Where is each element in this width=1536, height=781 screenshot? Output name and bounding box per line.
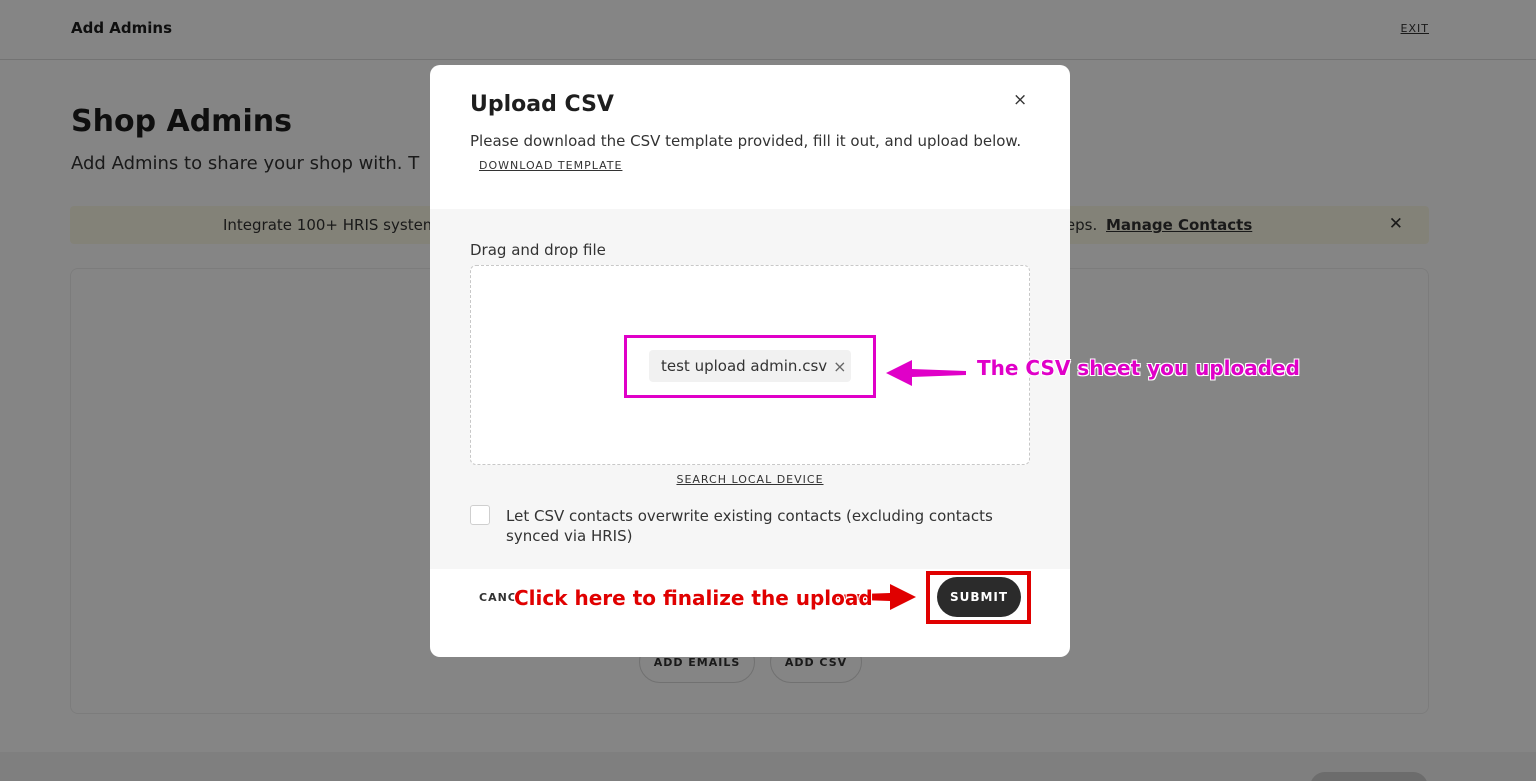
submit-callout-text: Click here to finalize the upload: [514, 586, 873, 610]
search-local-device-link[interactable]: SEARCH LOCAL DEVICE: [430, 473, 1070, 486]
modal-title: Upload CSV: [470, 92, 614, 117]
file-highlight-box: [624, 335, 876, 398]
modal-description: Please download the CSV template provide…: [470, 132, 1022, 150]
drag-drop-label: Drag and drop file: [470, 241, 606, 259]
close-icon[interactable]: ×: [1013, 90, 1027, 110]
overwrite-contacts-checkbox[interactable]: [470, 505, 490, 525]
cancel-button[interactable]: CANC: [479, 591, 517, 604]
magenta-arrow-icon: [886, 360, 966, 386]
submit-highlight-box: [926, 571, 1031, 624]
file-callout-text: The CSV sheet you uploaded: [977, 356, 1300, 380]
download-template-link[interactable]: DOWNLOAD TEMPLATE: [479, 159, 622, 172]
overwrite-contacts-label: Let CSV contacts overwrite existing cont…: [506, 507, 993, 545]
